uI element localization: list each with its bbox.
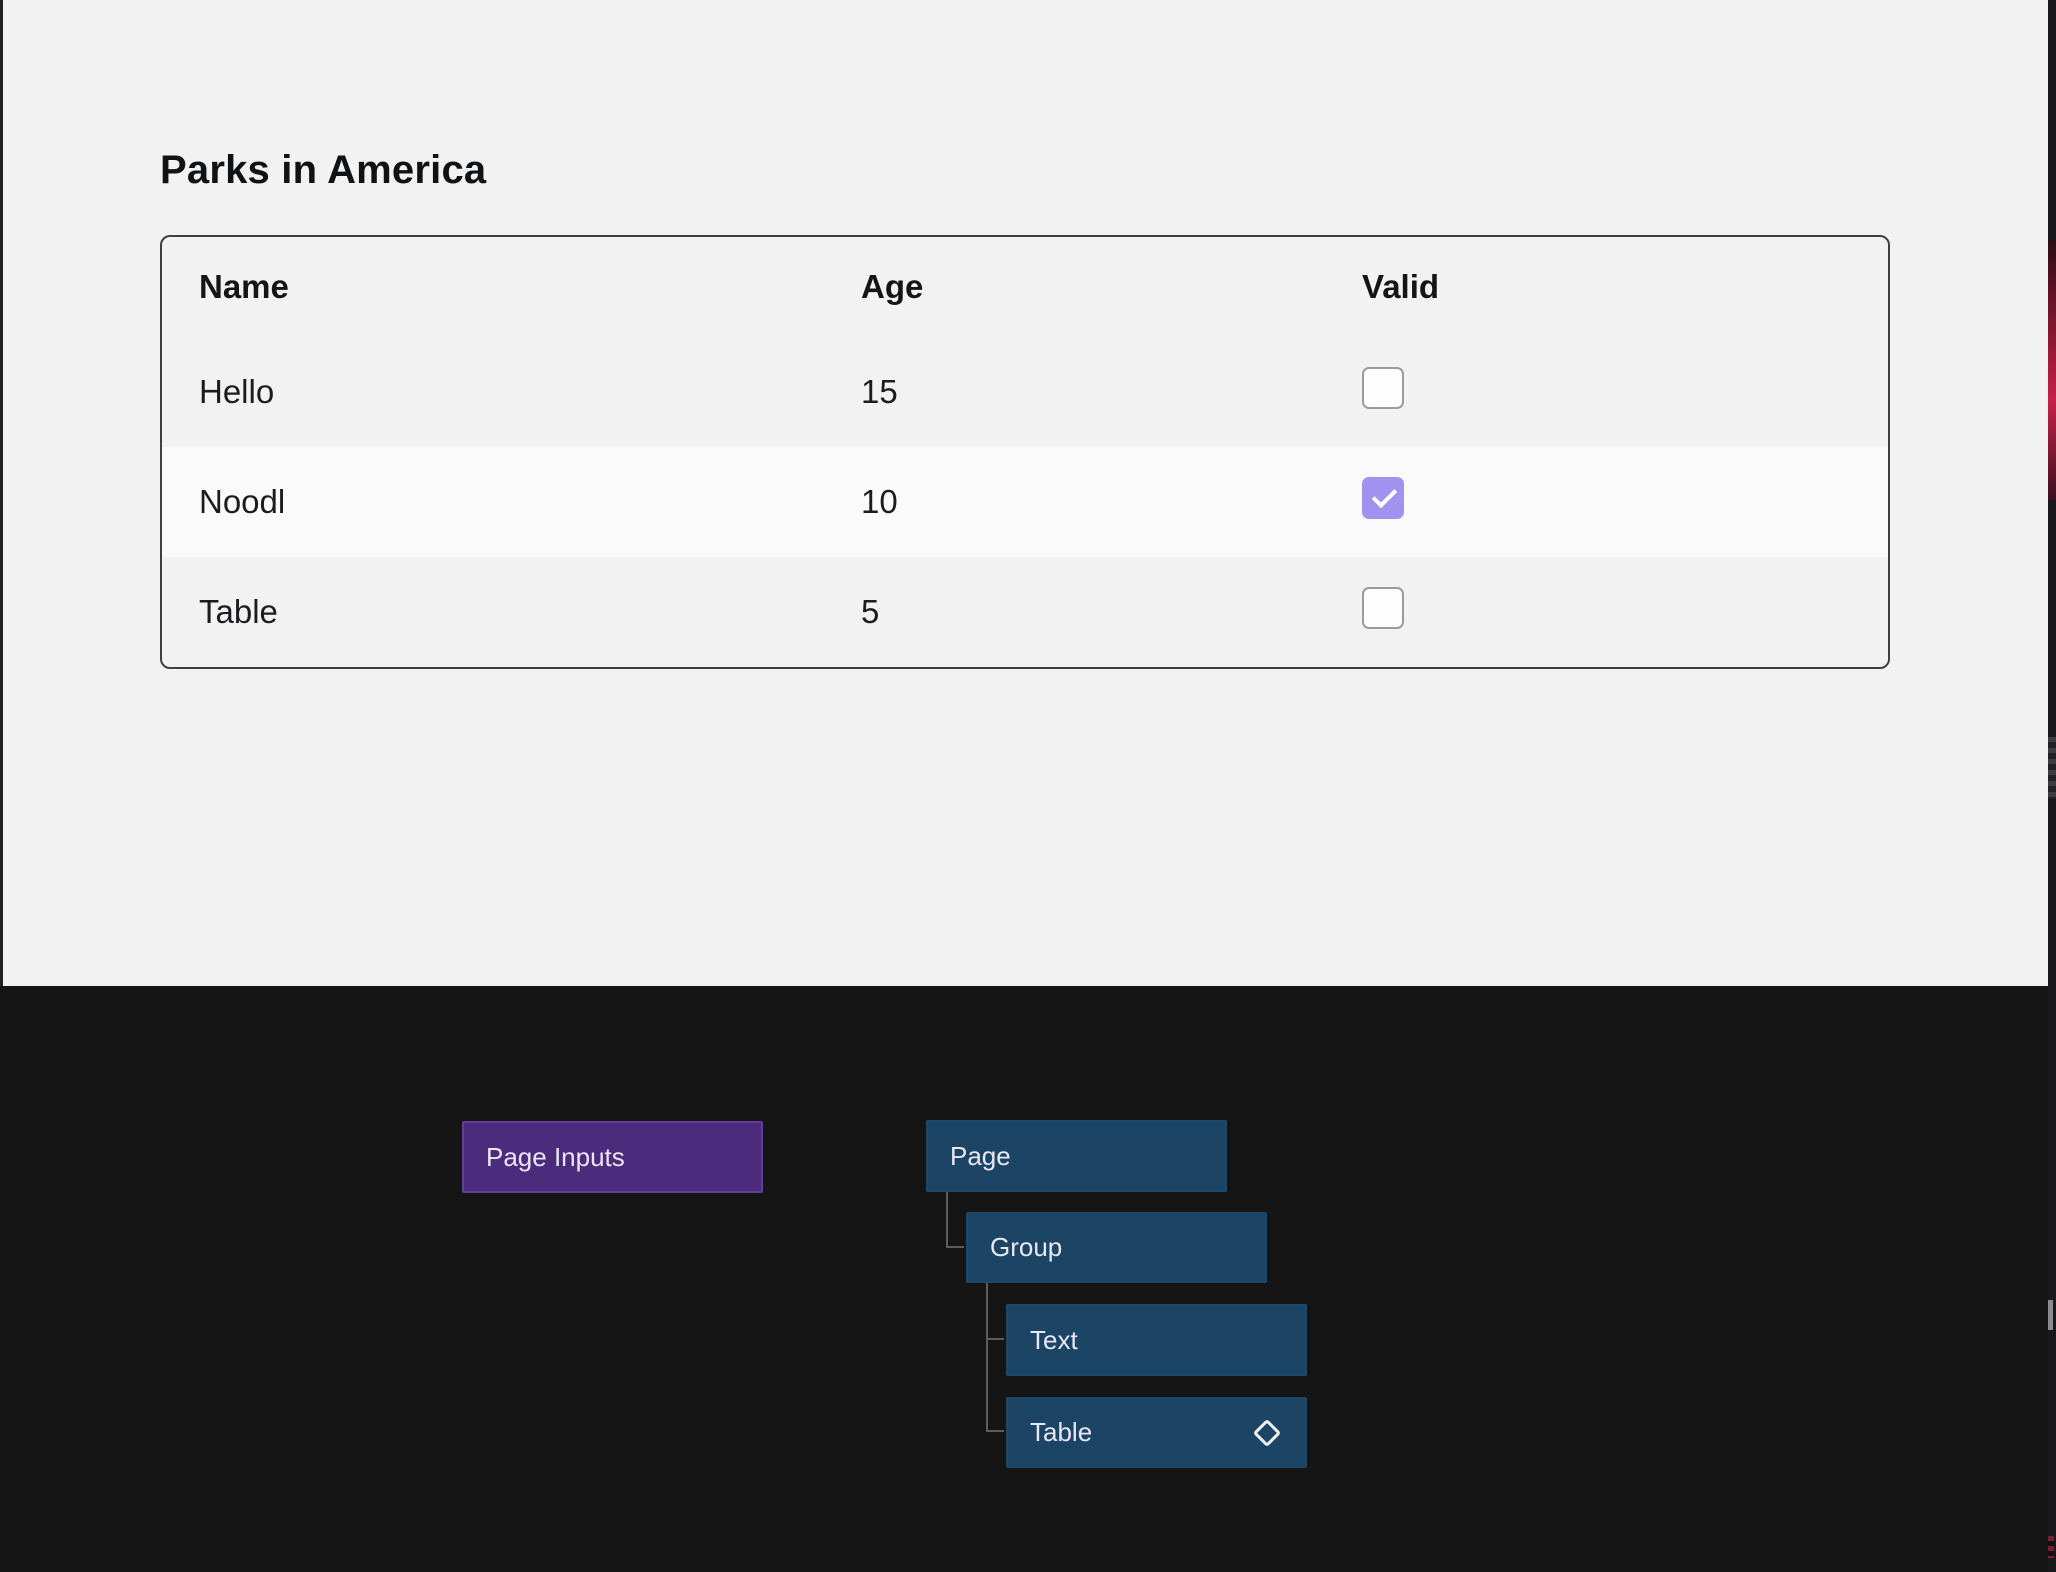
valid-checkbox[interactable] bbox=[1362, 477, 1404, 519]
right-edge-sliver bbox=[2048, 0, 2056, 1572]
connector-line bbox=[946, 1192, 948, 1248]
edge-scroll-thumb bbox=[2048, 1300, 2053, 1330]
connector-line bbox=[946, 1246, 964, 1248]
cell-age: 15 bbox=[861, 373, 1362, 411]
valid-checkbox[interactable] bbox=[1362, 587, 1404, 629]
diamond-icon bbox=[1253, 1418, 1281, 1446]
node-text[interactable]: Text bbox=[1006, 1304, 1307, 1376]
node-page[interactable]: Page bbox=[926, 1120, 1227, 1192]
node-label: Group bbox=[990, 1232, 1062, 1263]
node-label: Page Inputs bbox=[486, 1142, 625, 1173]
parks-table: Name Age Valid Hello 15 Noodl 10 Table bbox=[160, 235, 1890, 669]
connector-line bbox=[986, 1430, 1004, 1432]
left-edge-sliver bbox=[0, 0, 3, 986]
cell-name: Hello bbox=[199, 373, 861, 411]
cell-age: 10 bbox=[861, 483, 1362, 521]
cell-name: Table bbox=[199, 593, 861, 631]
preview-pane: Parks in America Name Age Valid Hello 15… bbox=[0, 0, 2048, 986]
edge-red-accent bbox=[2048, 240, 2056, 500]
edge-red-dots bbox=[2048, 1536, 2054, 1558]
column-header-name: Name bbox=[199, 268, 861, 306]
node-page-inputs[interactable]: Page Inputs bbox=[462, 1121, 763, 1193]
node-label: Table bbox=[1030, 1417, 1092, 1448]
connector-line bbox=[986, 1283, 988, 1432]
page-title: Parks in America bbox=[160, 148, 486, 193]
table-header-row: Name Age Valid bbox=[162, 237, 1888, 337]
table-row: Noodl 10 bbox=[162, 447, 1888, 557]
cell-name: Noodl bbox=[199, 483, 861, 521]
connector-line bbox=[986, 1338, 1004, 1340]
edge-stripes bbox=[2048, 737, 2056, 799]
noodl-editor-screen: Parks in America Name Age Valid Hello 15… bbox=[0, 0, 2056, 1572]
cell-age: 5 bbox=[861, 593, 1362, 631]
node-table[interactable]: Table bbox=[1006, 1397, 1307, 1468]
node-group[interactable]: Group bbox=[966, 1212, 1267, 1283]
table-row: Hello 15 bbox=[162, 337, 1888, 447]
column-header-valid: Valid bbox=[1362, 268, 1888, 306]
node-label: Text bbox=[1030, 1325, 1078, 1356]
table-row: Table 5 bbox=[162, 557, 1888, 667]
node-label: Page bbox=[950, 1141, 1011, 1172]
column-header-age: Age bbox=[861, 268, 1362, 306]
valid-checkbox[interactable] bbox=[1362, 367, 1404, 409]
